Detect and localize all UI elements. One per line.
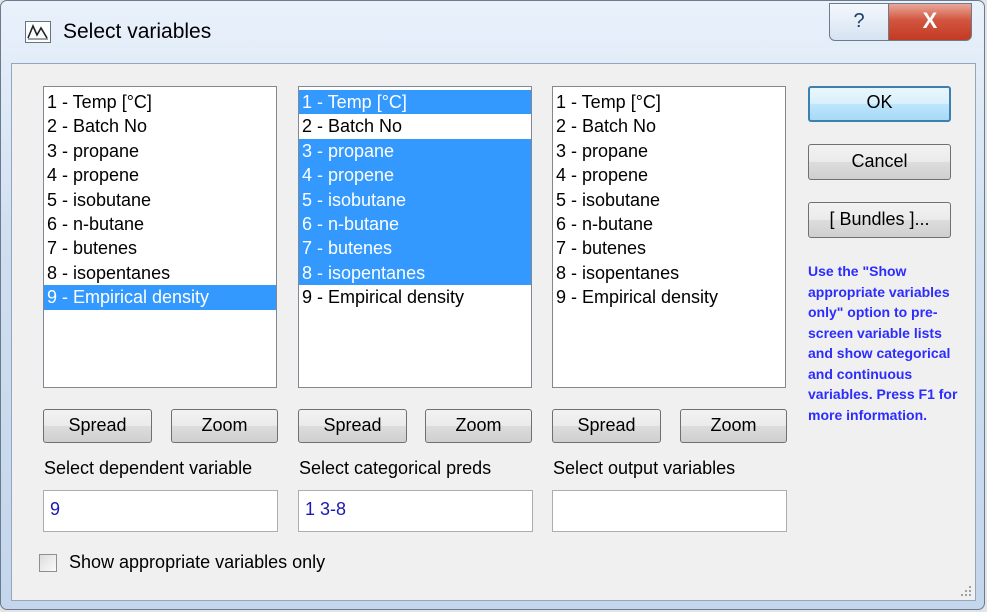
output-variables-input[interactable]: [552, 490, 787, 532]
title-bar[interactable]: Select variables ? X: [1, 1, 984, 63]
dependent-variable-list[interactable]: 1 - Temp [°C] 2 - Batch No 3 - propane 4 - …: [43, 86, 277, 388]
list-item[interactable]: 2 - Batch No: [299, 114, 531, 138]
list-item[interactable]: 2 - Batch No: [553, 114, 785, 138]
zoom-button-dependent[interactable]: Zoom: [171, 409, 278, 443]
list-item[interactable]: 8 - isopentanes: [299, 260, 531, 286]
zoom-button-output[interactable]: Zoom: [680, 409, 787, 443]
list-item[interactable]: 4 - propene: [44, 163, 276, 187]
list-item[interactable]: 6 - n-butane: [44, 212, 276, 236]
zoom-button-categorical[interactable]: Zoom: [425, 409, 532, 443]
spread-button-categorical[interactable]: Spread: [298, 409, 407, 443]
list-item[interactable]: 7 - butenes: [553, 236, 785, 260]
list-item[interactable]: 4 - propene: [299, 163, 531, 188]
categorical-preds-label: Select categorical preds: [299, 458, 492, 478]
ok-button[interactable]: OK: [808, 86, 951, 122]
show-appropriate-checkbox[interactable]: [39, 554, 57, 572]
show-appropriate-label[interactable]: Show appropriate variables only: [69, 552, 325, 573]
select-variables-dialog: Select variables ? X 1 - Temp [°C] 2 - Ba…: [0, 0, 985, 610]
categorical-preds-list[interactable]: 1 - Temp [°C] 2 - Batch No 3 - propane 4 - …: [298, 86, 532, 388]
list-item[interactable]: 9 - Empirical density: [553, 285, 785, 309]
list-item[interactable]: 5 - isobutane: [299, 187, 531, 212]
help-icon: ?: [853, 10, 865, 32]
window-title: Select variables: [63, 20, 212, 43]
list-item[interactable]: 3 - propane: [44, 139, 276, 163]
help-button[interactable]: ?: [829, 3, 889, 41]
spread-button-output[interactable]: Spread: [552, 409, 661, 443]
list-item[interactable]: 9 - Empirical density: [44, 285, 276, 310]
list-item[interactable]: 9 - Empirical density: [299, 285, 531, 309]
close-icon: X: [922, 8, 938, 33]
categorical-preds-input[interactable]: 1 3-8: [298, 490, 533, 532]
list-item[interactable]: 3 - propane: [553, 139, 785, 163]
hint-text: Use the "Show appropriate variables only…: [808, 263, 958, 423]
list-item[interactable]: 1 - Temp [°C]: [553, 90, 785, 114]
list-item[interactable]: 8 - isopentanes: [44, 261, 276, 285]
list-item[interactable]: 1 - Temp [°C]: [299, 90, 531, 115]
list-item[interactable]: 4 - propene: [553, 163, 785, 187]
list-item[interactable]: 7 - butenes: [299, 236, 531, 261]
list-item[interactable]: 8 - isopentanes: [553, 261, 785, 285]
bundles-button[interactable]: [ Bundles ]...: [808, 202, 951, 238]
list-item[interactable]: 1 - Temp [°C]: [44, 90, 276, 114]
list-item[interactable]: 6 - n-butane: [299, 211, 531, 237]
list-item[interactable]: 5 - isobutane: [44, 188, 276, 212]
app-icon: [25, 21, 51, 43]
list-item[interactable]: 3 - propane: [299, 138, 531, 164]
dependent-variable-label: Select dependent variable: [44, 458, 253, 478]
cancel-button[interactable]: Cancel: [808, 144, 951, 180]
spread-button-dependent[interactable]: Spread: [43, 409, 152, 443]
dependent-variable-input[interactable]: 9: [43, 490, 278, 532]
output-variables-label: Select output variables: [553, 458, 736, 478]
dialog-body: 1 - Temp [°C] 2 - Batch No 3 - propane 4 - …: [11, 63, 976, 601]
output-variables-list[interactable]: 1 - Temp [°C] 2 - Batch No 3 - propane 4 - …: [552, 86, 786, 388]
list-item[interactable]: 7 - butenes: [44, 236, 276, 260]
close-button[interactable]: X: [888, 3, 972, 41]
list-item[interactable]: 2 - Batch No: [44, 114, 276, 138]
list-item[interactable]: 5 - isobutane: [553, 188, 785, 212]
resize-grip-icon[interactable]: [959, 584, 971, 596]
list-item[interactable]: 6 - n-butane: [553, 212, 785, 236]
